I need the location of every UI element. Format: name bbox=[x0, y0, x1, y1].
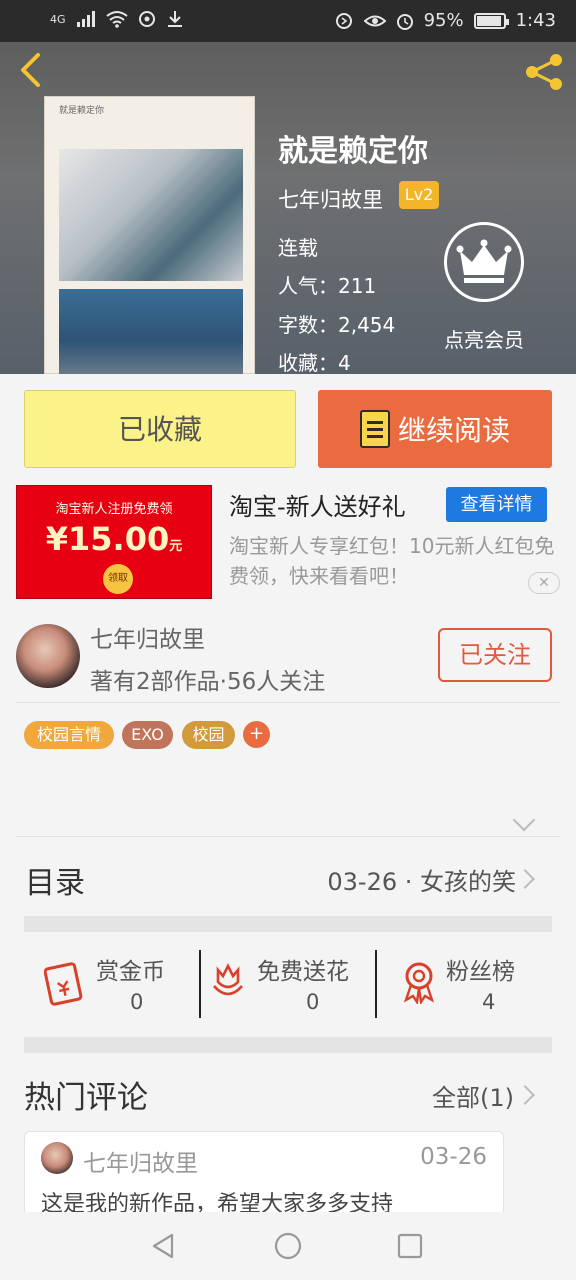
ad-image-unit: 元 bbox=[169, 539, 183, 554]
vip-label[interactable]: 点亮会员 bbox=[444, 324, 524, 353]
reward-coins-count: 0 bbox=[130, 990, 144, 1014]
popularity-stat: 人气：211 bbox=[278, 274, 377, 298]
header-author-name[interactable]: 七年归故里 bbox=[278, 184, 383, 214]
eye-icon bbox=[363, 15, 386, 26]
chevron-right-icon[interactable] bbox=[515, 1085, 535, 1105]
share-icon[interactable] bbox=[522, 52, 566, 92]
comment-card[interactable]: 七年归故里 03-26 这是我的新作品，希望大家多多支持 bbox=[24, 1131, 504, 1221]
nav-home-icon[interactable] bbox=[273, 1231, 303, 1261]
vip-button[interactable] bbox=[444, 222, 524, 302]
toc-label[interactable]: 目录 bbox=[25, 858, 85, 902]
fan-ranking-count: 4 bbox=[482, 990, 496, 1014]
tag-1[interactable]: EXO bbox=[122, 721, 173, 749]
ad-close-icon[interactable]: ✕ bbox=[528, 572, 560, 594]
cover-photo-top bbox=[59, 149, 243, 281]
all-comments-link[interactable]: 全部(1) bbox=[432, 1078, 514, 1113]
wifi-icon bbox=[105, 11, 128, 28]
cover-title: 就是赖定你 bbox=[59, 106, 105, 116]
nav-back-icon[interactable] bbox=[150, 1232, 178, 1260]
section-separator bbox=[24, 1037, 552, 1053]
book-status: 连载 bbox=[278, 236, 318, 260]
author-summary: 著有2部作品·56人关注 bbox=[90, 669, 326, 695]
continue-reading-label: 继续阅读 bbox=[397, 414, 510, 447]
back-arrow-icon[interactable] bbox=[14, 52, 50, 88]
crown-icon bbox=[456, 239, 512, 283]
free-flowers[interactable]: 免费送花 0 bbox=[210, 950, 370, 1018]
ad-image-claim: 领取 bbox=[103, 564, 133, 594]
award-ribbon-icon bbox=[403, 962, 435, 1004]
ad-description[interactable]: 淘宝新人专享红包！10元新人红包免费领，快来看看吧！ bbox=[229, 531, 559, 591]
chevron-down-icon[interactable] bbox=[512, 808, 536, 832]
ad-image-headline: 淘宝新人注册免费领 bbox=[55, 502, 173, 517]
battery-percent: 95% bbox=[423, 10, 464, 31]
reward-coins-label: 赏金币 bbox=[96, 959, 165, 985]
network-type: 4G bbox=[50, 12, 66, 26]
book-icon bbox=[359, 410, 390, 448]
status-bar: 4G 95% 1:43 bbox=[0, 0, 576, 42]
favorites-stat: 收藏：4 bbox=[278, 351, 351, 374]
book-cover[interactable]: 就是赖定你 bbox=[44, 96, 255, 374]
sync-icon bbox=[138, 11, 155, 27]
divider bbox=[16, 702, 560, 703]
battery-level bbox=[476, 15, 502, 26]
fan-ranking-label: 粉丝榜 bbox=[446, 959, 515, 985]
author-avatar[interactable] bbox=[16, 624, 80, 688]
reward-coins[interactable]: 赏金币 0 bbox=[44, 950, 194, 1018]
nav-recents-icon[interactable] bbox=[397, 1233, 423, 1259]
favorited-button[interactable]: 已收藏 bbox=[24, 390, 296, 468]
ad-image-amount: ¥15.00 bbox=[45, 520, 170, 558]
ad-detail-button[interactable]: 查看详情 bbox=[446, 487, 547, 522]
follow-button[interactable]: 已关注 bbox=[438, 628, 552, 682]
cover-photo-bottom bbox=[59, 289, 243, 374]
level-badge: Lv2 bbox=[399, 181, 439, 209]
hot-comments-title: 热门评论 bbox=[24, 1080, 148, 1116]
flower-icon bbox=[213, 963, 243, 996]
fan-ranking[interactable]: 粉丝榜 4 bbox=[398, 950, 538, 1018]
tag-0[interactable]: 校园言情 bbox=[24, 721, 114, 749]
divider bbox=[199, 950, 201, 1018]
comment-date: 03-26 bbox=[420, 1144, 487, 1170]
book-title: 就是赖定你 bbox=[278, 134, 428, 169]
ad-title[interactable]: 淘宝-新人送好礼 bbox=[229, 487, 406, 522]
divider bbox=[375, 950, 377, 1018]
comment-avatar[interactable] bbox=[41, 1142, 73, 1174]
toc-latest-chapter[interactable]: 03-26 · 女孩的笑 bbox=[327, 862, 516, 897]
free-flowers-label: 免费送花 bbox=[257, 959, 349, 985]
author-name[interactable]: 七年归故里 bbox=[90, 620, 205, 654]
chevron-right-icon[interactable] bbox=[515, 869, 535, 889]
tag-2[interactable]: 校园 bbox=[182, 721, 235, 749]
red-envelope-icon bbox=[44, 962, 83, 1006]
signal-icon bbox=[76, 11, 95, 27]
free-flowers-count: 0 bbox=[306, 990, 320, 1014]
book-header: 就是赖定你 就是赖定你 七年归故里 Lv2 连载 人气：211 字数：2,454… bbox=[0, 42, 576, 374]
add-tag-button[interactable]: + bbox=[243, 721, 270, 748]
vibrate-icon bbox=[335, 12, 352, 29]
download-icon bbox=[167, 11, 182, 27]
ad-image[interactable]: 淘宝新人注册免费领 ¥15.00元 领取 bbox=[16, 485, 212, 599]
alarm-icon bbox=[396, 13, 413, 30]
system-nav-bar bbox=[0, 1212, 576, 1280]
comment-author[interactable]: 七年归故里 bbox=[83, 1144, 198, 1178]
section-separator bbox=[24, 916, 552, 932]
divider bbox=[16, 836, 560, 837]
battery-icon bbox=[473, 12, 509, 29]
word-count-stat: 字数：2,454 bbox=[278, 313, 396, 337]
continue-reading-button[interactable]: 继续阅读 bbox=[318, 390, 552, 468]
clock: 1:43 bbox=[515, 10, 556, 31]
